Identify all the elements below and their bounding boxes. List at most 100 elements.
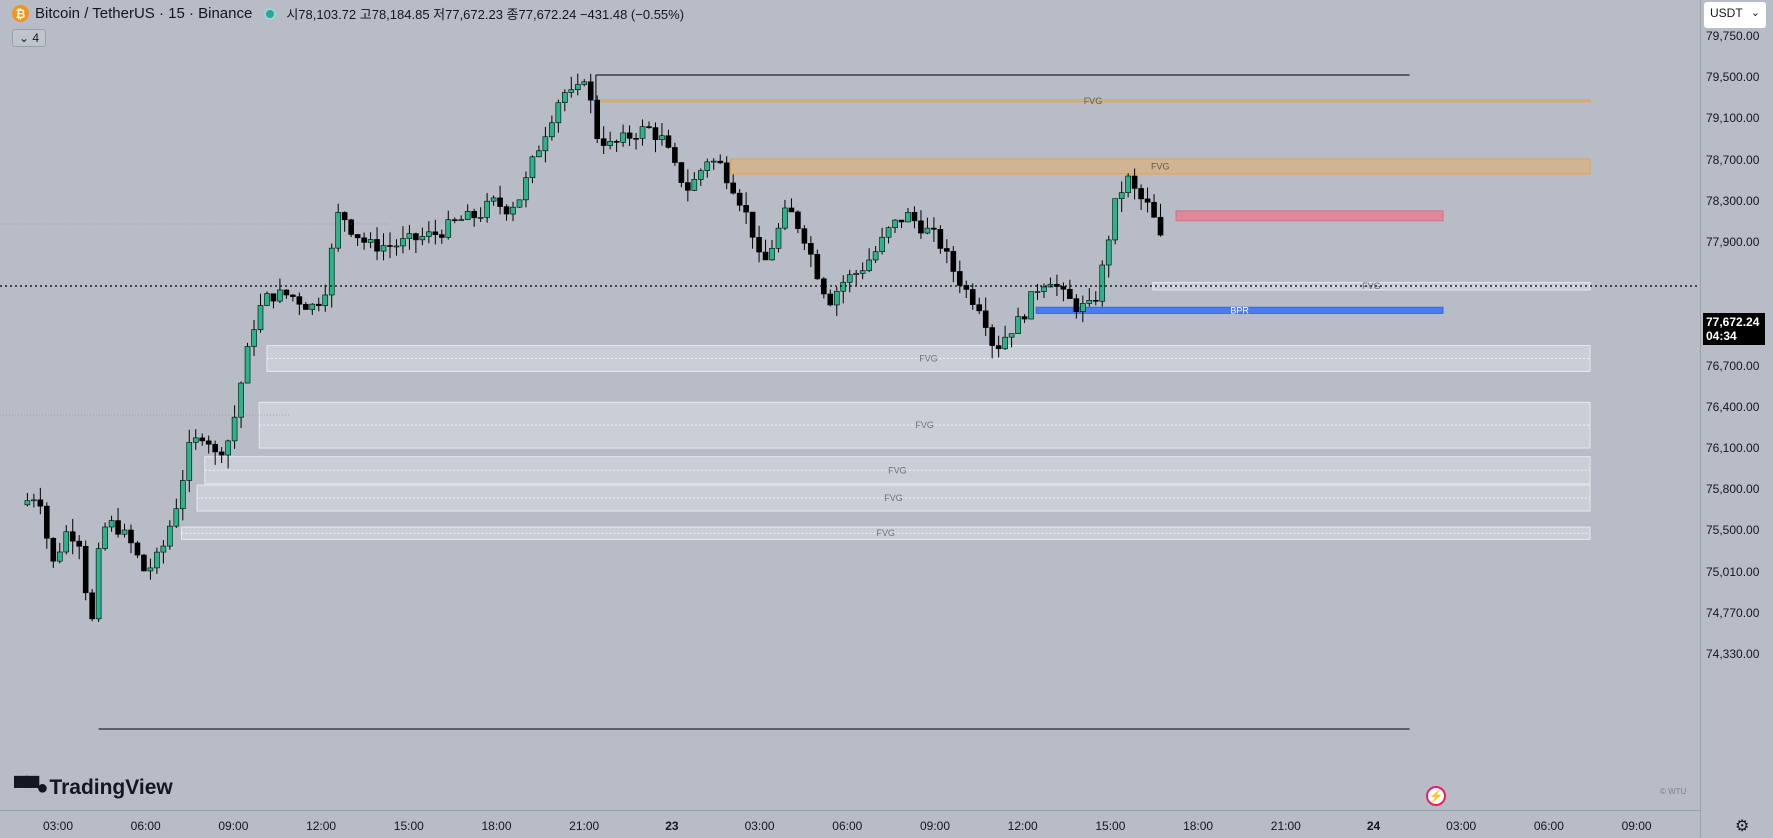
candle-bear — [432, 231, 439, 235]
time-tick-label: 06:00 — [1533, 819, 1564, 833]
candle-bull — [833, 290, 840, 306]
candle-bear — [82, 545, 89, 594]
candle-bear — [911, 212, 918, 222]
candle-bear — [212, 443, 218, 453]
candle-bull — [477, 217, 484, 219]
candle-bull — [264, 293, 270, 306]
candle-bear — [37, 499, 44, 507]
candle-bull — [581, 81, 588, 85]
candle-bear — [199, 437, 206, 442]
price-tick-label: 79,500.00 — [1706, 70, 1760, 85]
candle-bull — [458, 219, 465, 221]
candle-bear — [438, 234, 445, 238]
candle-bear — [50, 537, 57, 562]
candle-bear — [976, 304, 983, 312]
candle-bear — [89, 592, 95, 620]
candle-bear — [296, 296, 303, 305]
candle-bear — [989, 327, 995, 346]
candle-bear — [956, 271, 963, 286]
candle-bear — [587, 81, 594, 101]
time-tick-label: 09:00 — [1621, 819, 1652, 833]
candle-bear — [801, 228, 808, 244]
candle-bear — [128, 529, 134, 544]
candle-bull — [1080, 303, 1086, 312]
currency-selector[interactable]: USDT ⌄ — [1704, 2, 1766, 28]
indicators-toggle[interactable]: ⌄ 4 — [12, 29, 47, 47]
candle-bear — [1144, 198, 1151, 203]
price-tick-label: 75,500.00 — [1706, 523, 1760, 538]
candle-bull — [257, 305, 264, 330]
time-tick-label: 12:00 — [306, 819, 337, 833]
candle-bear — [723, 162, 730, 184]
candle-bull — [445, 219, 452, 238]
candle-bear — [937, 229, 944, 249]
zone-label: FVG — [1151, 161, 1170, 171]
candle-bull — [691, 179, 698, 191]
price-tick-label: 75,800.00 — [1706, 482, 1760, 497]
candle-bull — [1105, 239, 1112, 266]
candle-bull — [160, 545, 167, 553]
candle-bull — [866, 259, 872, 272]
candle-bear — [814, 253, 821, 280]
symbol-title[interactable]: Bitcoin / TetherUS · 15 · Binance — [35, 5, 252, 22]
time-tick-label: 03:00 — [42, 819, 74, 833]
candle-bull — [704, 161, 711, 171]
chart-canvas[interactable]: FVG FVG FVG BPR FVG FVG FVG FVG FVG — [0, 0, 1700, 810]
candle-bull — [31, 499, 37, 502]
candle-bear — [374, 239, 380, 252]
candle-bear — [756, 237, 762, 253]
time-tick-label: 03:00 — [744, 819, 775, 833]
time-tick-label: 09:00 — [218, 819, 249, 833]
candle-bull — [892, 219, 898, 229]
candle-bear — [613, 141, 620, 143]
candle-bull — [697, 170, 704, 180]
candle-bear — [672, 147, 678, 163]
price-axis[interactable] — [1700, 0, 1773, 838]
candle-bull — [147, 567, 154, 572]
candle-bear — [918, 220, 924, 234]
candle-bear — [451, 219, 458, 221]
price-tick-label: 76,700.00 — [1706, 358, 1760, 373]
candle-bear — [303, 303, 309, 310]
candle-bull — [393, 245, 400, 248]
price-chart[interactable]: FVGFVGFVGBPRFVGFVGFVGFVGFVG — [0, 0, 1700, 810]
tradingview-logo[interactable]: ▀▀● TradingView — [14, 776, 173, 800]
candle-bull — [639, 126, 646, 139]
candle-bull — [1008, 333, 1015, 338]
candle-bear — [205, 440, 212, 445]
candle-bear — [808, 243, 814, 255]
candle-bull — [529, 156, 536, 178]
candle-bull — [231, 416, 238, 442]
candle-bear — [69, 531, 76, 542]
candle-bear — [730, 182, 736, 194]
candle-bear — [749, 211, 756, 238]
candle-bear — [600, 138, 607, 146]
candle-bear — [270, 293, 277, 302]
candle-bear — [788, 207, 795, 213]
candle-bull — [121, 529, 128, 535]
candle-bear — [633, 138, 639, 140]
current-price-label: 77,672.24 04:34 — [1703, 313, 1765, 345]
indicator-count: 4 — [32, 31, 40, 45]
candle-bull — [885, 227, 892, 238]
candle-bear — [471, 210, 477, 219]
time-tick-label: 18:00 — [1183, 819, 1214, 833]
candle-bull — [56, 551, 63, 562]
candle-bull — [840, 281, 847, 292]
candle-bull — [406, 233, 413, 239]
candle-bull — [335, 212, 341, 249]
candle-bear — [1060, 286, 1067, 290]
candle-bull — [225, 440, 231, 456]
candle-bull — [775, 227, 782, 249]
candle-bull — [167, 525, 173, 547]
zone-label: FVG — [919, 353, 938, 363]
lightning-icon[interactable]: ⚡ — [1426, 786, 1446, 806]
candle-bear — [665, 135, 672, 148]
price-tick-label: 78,700.00 — [1706, 152, 1760, 167]
chart-root: FVG FVG FVG BPR FVG FVG FVG FVG FVG ₿ Bitcoin / … — [0, 0, 1773, 838]
current-price-value: 77,672.24 — [1706, 315, 1760, 329]
candle-bear — [1131, 175, 1138, 189]
gear-icon[interactable]: ⚙ — [1735, 816, 1749, 836]
candle-bull — [516, 199, 523, 208]
candle-bull — [1118, 192, 1125, 199]
